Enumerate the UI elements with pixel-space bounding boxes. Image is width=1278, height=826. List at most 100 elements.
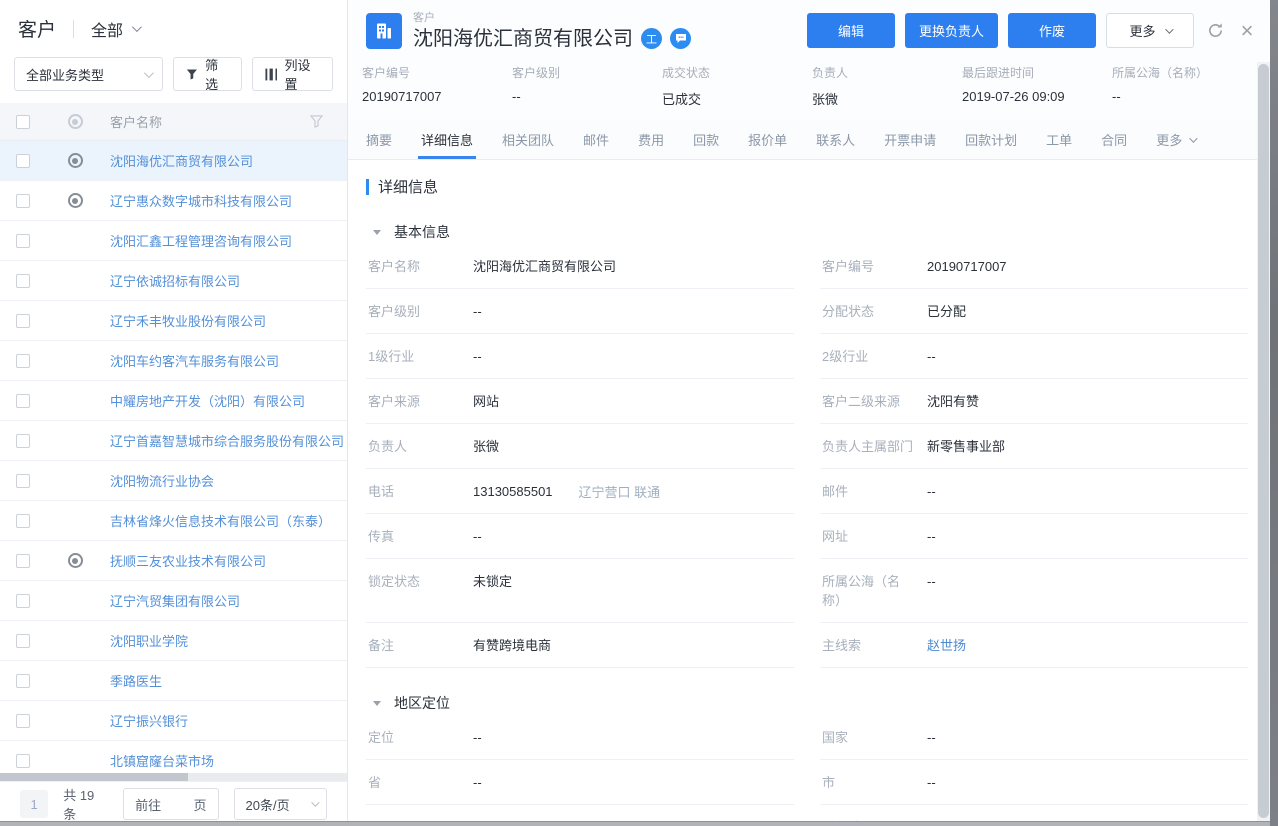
row-checkbox[interactable]	[16, 273, 30, 288]
tab-related-team[interactable]: 相关团队	[502, 120, 554, 159]
customer-row[interactable]: 季路医生	[0, 661, 347, 701]
customer-list-panel: 客户 全部 全部业务类型 筛选 列设置 客户名称 沈阳海优汇商贸有限公司 辽宁惠…	[0, 0, 348, 826]
tab-email[interactable]: 邮件	[583, 120, 609, 159]
customer-link[interactable]: 吉林省烽火信息技术有限公司（东泰）	[110, 511, 339, 530]
customer-link[interactable]: 北镇窟窿台菜市场	[110, 751, 222, 770]
customer-link[interactable]: 中耀房地产开发（沈阳）有限公司	[110, 391, 313, 410]
filter-button[interactable]: 筛选	[173, 57, 242, 92]
row-checkbox[interactable]	[16, 393, 30, 408]
row-checkbox[interactable]	[16, 473, 30, 488]
invalidate-button[interactable]: 作废	[1008, 13, 1096, 48]
column-filter-icon[interactable]	[310, 115, 323, 128]
customer-row[interactable]: 辽宁汽贸集团有限公司	[0, 581, 347, 621]
row-checkbox[interactable]	[16, 513, 30, 528]
business-info-icon[interactable]: 工	[641, 28, 662, 49]
customer-row[interactable]: 中耀房地产开发（沈阳）有限公司	[0, 381, 347, 421]
customer-link[interactable]: 辽宁汽贸集团有限公司	[110, 591, 248, 610]
row-checkbox[interactable]	[16, 633, 30, 648]
edit-button[interactable]: 编辑	[806, 13, 895, 48]
customer-row[interactable]: 北镇窟窿台菜市场	[0, 741, 347, 773]
tab-detail-info[interactable]: 详细信息	[418, 120, 477, 159]
business-type-select[interactable]: 全部业务类型	[14, 57, 164, 91]
customer-row[interactable]: 沈阳海优汇商贸有限公司	[0, 141, 347, 181]
row-checkbox[interactable]	[16, 553, 30, 568]
field-value: --	[927, 349, 936, 364]
locate-icon	[67, 553, 83, 568]
row-checkbox[interactable]	[16, 153, 30, 168]
customer-row[interactable]: 沈阳物流行业协会	[0, 461, 347, 501]
field-label: 传真	[368, 529, 395, 544]
funnel-icon	[187, 68, 198, 80]
row-checkbox[interactable]	[16, 753, 30, 768]
tab-payment[interactable]: 回款	[693, 120, 719, 159]
tab-contacts[interactable]: 联系人	[816, 120, 855, 159]
customer-link[interactable]: 沈阳车约客汽车服务有限公司	[110, 351, 287, 370]
customer-link[interactable]: 沈阳汇鑫工程管理咨询有限公司	[110, 231, 300, 250]
tab-quotation[interactable]: 报价单	[748, 120, 787, 159]
customer-link[interactable]: 季路医生	[110, 671, 170, 690]
close-icon[interactable]: ×	[1236, 19, 1258, 42]
horizontal-scrollbar-thumb[interactable]	[0, 773, 188, 781]
goto-page-input[interactable]: 前往 页	[123, 788, 219, 820]
field-value: --	[927, 529, 936, 544]
row-checkbox[interactable]	[16, 353, 30, 368]
select-all-checkbox[interactable]	[16, 114, 30, 129]
customer-link[interactable]: 辽宁惠众数字城市科技有限公司	[110, 191, 300, 210]
customer-row[interactable]: 抚顺三友农业技术有限公司	[0, 541, 347, 581]
list-header: 客户 全部	[0, 0, 347, 57]
change-owner-button[interactable]: 更换负责人	[904, 13, 998, 48]
customer-row[interactable]: 吉林省烽火信息技术有限公司（东泰）	[0, 501, 347, 541]
tab-payment-plan[interactable]: 回款计划	[965, 120, 1017, 159]
section-bar	[366, 178, 369, 195]
row-checkbox[interactable]	[16, 313, 30, 328]
field-label: 客户名称	[368, 259, 421, 274]
customer-link[interactable]: 辽宁依诚招标有限公司	[110, 271, 248, 290]
tab-more[interactable]: 更多	[1156, 120, 1198, 159]
customer-row[interactable]: 辽宁惠众数字城市科技有限公司	[0, 181, 347, 221]
customer-list: 沈阳海优汇商贸有限公司 辽宁惠众数字城市科技有限公司 沈阳汇鑫工程管理咨询有限公…	[0, 141, 347, 773]
page-number-button[interactable]: 1	[20, 790, 49, 818]
customer-link[interactable]: 抚顺三友农业技术有限公司	[110, 551, 274, 570]
customer-row[interactable]: 沈阳职业学院	[0, 621, 347, 661]
more-button[interactable]: 更多	[1106, 13, 1194, 48]
field-label: 分配状态	[822, 304, 875, 319]
main-lead-link[interactable]: 赵世扬	[927, 636, 966, 655]
group-region[interactable]: 地区定位	[366, 693, 1248, 713]
customer-link[interactable]: 辽宁首嘉智慧城市综合服务股份有限公司	[110, 431, 347, 450]
tab-expense[interactable]: 费用	[638, 120, 664, 159]
row-checkbox[interactable]	[16, 193, 30, 208]
divider	[73, 19, 75, 38]
tab-work-order[interactable]: 工单	[1046, 120, 1072, 159]
row-checkbox[interactable]	[16, 713, 30, 728]
customer-link[interactable]: 沈阳物流行业协会	[110, 471, 222, 490]
row-checkbox[interactable]	[16, 593, 30, 608]
customer-link[interactable]: 沈阳海优汇商贸有限公司	[110, 151, 261, 170]
vertical-scrollbar	[1257, 62, 1270, 821]
page-size-select[interactable]: 20条/页	[233, 788, 327, 820]
customer-row[interactable]: 辽宁禾丰牧业股份有限公司	[0, 301, 347, 341]
customer-row[interactable]: 辽宁振兴银行	[0, 701, 347, 741]
scope-dropdown[interactable]: 全部	[91, 17, 142, 41]
row-checkbox[interactable]	[16, 673, 30, 688]
field-label: 省	[368, 775, 382, 790]
customer-row[interactable]: 沈阳汇鑫工程管理咨询有限公司	[0, 221, 347, 261]
table-header: 客户名称	[0, 103, 347, 141]
customer-row[interactable]: 辽宁首嘉智慧城市综合服务股份有限公司	[0, 421, 347, 461]
row-checkbox[interactable]	[16, 233, 30, 248]
refresh-icon[interactable]	[1204, 20, 1226, 42]
group-basic-info[interactable]: 基本信息	[366, 222, 1248, 242]
chat-bubble-icon[interactable]	[670, 28, 691, 49]
customer-row[interactable]: 沈阳车约客汽车服务有限公司	[0, 341, 347, 381]
customer-link[interactable]: 辽宁禾丰牧业股份有限公司	[110, 311, 274, 330]
customer-row[interactable]: 辽宁依诚招标有限公司	[0, 261, 347, 301]
tab-contract[interactable]: 合同	[1101, 120, 1127, 159]
field-label: 定位	[368, 730, 395, 745]
row-checkbox[interactable]	[16, 433, 30, 448]
column-settings-button[interactable]: 列设置	[251, 57, 333, 92]
customer-link[interactable]: 沈阳职业学院	[110, 631, 196, 650]
tab-summary[interactable]: 摘要	[366, 120, 392, 159]
field-row: 定位 --	[366, 715, 794, 760]
tab-invoice-request[interactable]: 开票申请	[884, 120, 936, 159]
vertical-scrollbar-thumb[interactable]	[1258, 64, 1269, 818]
customer-link[interactable]: 辽宁振兴银行	[110, 711, 196, 730]
